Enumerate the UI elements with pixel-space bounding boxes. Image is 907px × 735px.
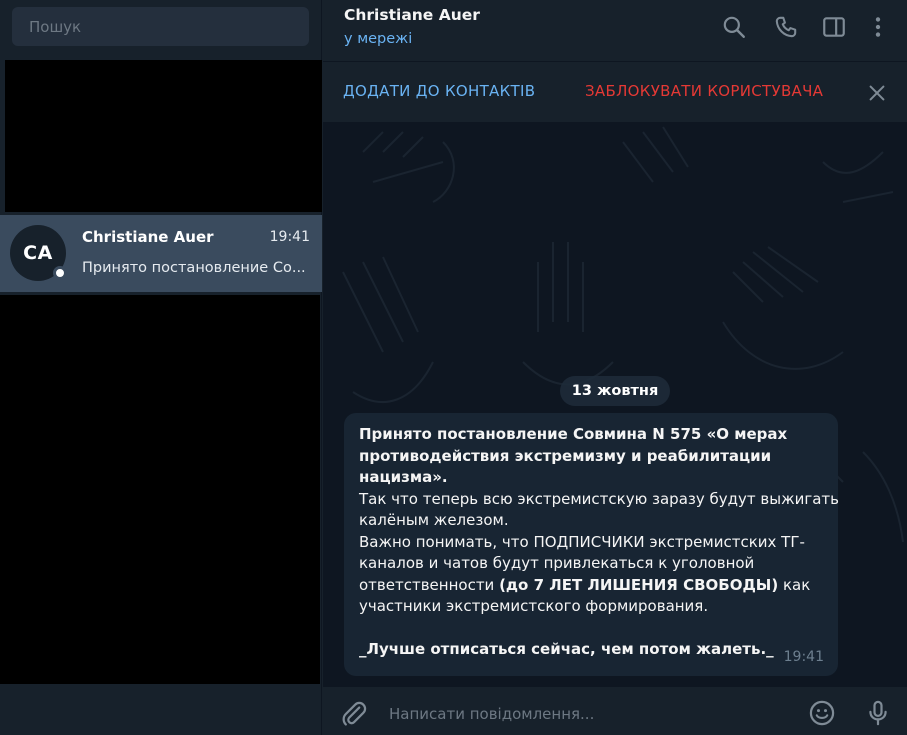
message-line: Так что теперь всю экстремистскую заразу… (359, 489, 839, 508)
chat-list-item-selected[interactable]: CA Christiane Auer 19:41 Принято постано… (0, 215, 322, 292)
close-icon[interactable] (866, 82, 888, 104)
phone-icon[interactable] (773, 14, 799, 40)
date-separator: 13 жовтня (560, 376, 670, 406)
chat-preview: Принято постановление Со... (82, 260, 306, 276)
redacted-chat-list-area (0, 295, 320, 684)
message-line: Важно понимать, что ПОДПИСЧИКИ экстремис… (359, 532, 805, 551)
sidebar-toggle-icon[interactable] (821, 14, 847, 40)
add-contact-button[interactable]: ДОДАТИ ДО КОНТАКТІВ (343, 82, 535, 100)
attach-icon[interactable] (340, 700, 368, 728)
message-time: 19:41 (783, 648, 824, 665)
message-line: _Лучше отписаться сейчас, чем потом жале… (359, 640, 774, 658)
message-input[interactable]: Написати повідомлення... (389, 705, 594, 723)
message-line: нацизма». (359, 468, 448, 486)
contact-action-bar: ДОДАТИ ДО КОНТАКТІВ ЗАБЛОКУВАТИ КОРИСТУВ… (323, 61, 907, 122)
contact-status: у мережі (344, 31, 413, 47)
emoji-icon[interactable] (808, 699, 836, 727)
message-line: каналов и чатов будут привлекаться к уго… (359, 554, 755, 572)
redacted-chat-list-area (5, 60, 322, 212)
message-bubble[interactable]: Принято постановление Совмина N 575 «О м… (344, 413, 839, 676)
sidebar: Пошук CA Christiane Auer 19:41 Принято п… (0, 0, 322, 735)
chat-name: Christiane Auer (82, 228, 214, 246)
online-indicator (53, 266, 67, 280)
chat-pane: Christiane Auer у мережі ДОДАТИ ДО КОНТА… (323, 0, 907, 735)
search-placeholder: Пошук (29, 17, 82, 36)
block-user-button[interactable]: ЗАБЛОКУВАТИ КОРИСТУВАЧА (585, 82, 823, 100)
date-label: 13 жовтня (571, 383, 659, 399)
contact-name[interactable]: Christiane Auer (344, 6, 480, 24)
chat-header[interactable]: Christiane Auer у мережі (323, 0, 907, 58)
message-line: ответственности (до 7 ЛЕТ ЛИШЕНИЯ СВОБОД… (359, 575, 811, 594)
avatar-initials: CA (23, 242, 53, 264)
chat-time: 19:41 (269, 229, 310, 245)
composer: Написати повідомлення... (323, 687, 907, 735)
search-input[interactable]: Пошук (12, 7, 309, 46)
microphone-icon[interactable] (864, 699, 892, 727)
message-line: противодействия экстремизму и реабилитац… (359, 446, 772, 465)
message-area[interactable]: 13 жовтня Принято постановление Совмина … (323, 122, 907, 687)
message-line (359, 618, 824, 640)
message-line: калёным железом. (359, 511, 509, 529)
message-line: Принято постановление Совмина N 575 «О м… (359, 425, 788, 443)
more-vertical-icon[interactable] (865, 14, 891, 40)
message-line: участники экстремистского формирования. (359, 597, 709, 615)
search-icon[interactable] (721, 14, 747, 40)
